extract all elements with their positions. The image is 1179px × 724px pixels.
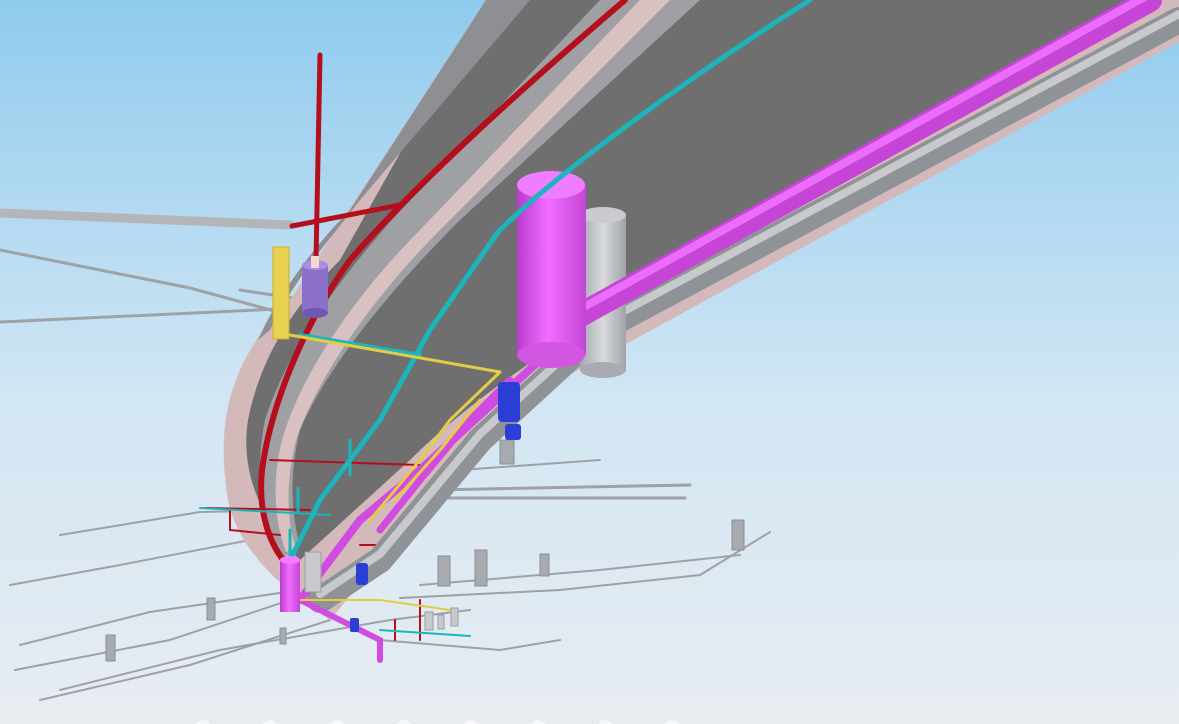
tunnel-pipe-network-render[interactable] (0, 0, 1179, 724)
nav-dot-icon[interactable] (329, 720, 345, 724)
magenta-tank (517, 171, 586, 368)
nav-dot-icon[interactable] (262, 720, 278, 724)
nav-dot-icon[interactable] (396, 720, 412, 724)
carousel-nav-dots (0, 716, 1179, 724)
magenta-small-tank (280, 556, 300, 612)
nav-dot-icon[interactable] (664, 720, 680, 724)
purple-tank (302, 256, 328, 318)
nav-dot-icon[interactable] (530, 720, 546, 724)
nav-dot-icon[interactable] (463, 720, 479, 724)
nav-dot-icon[interactable] (597, 720, 613, 724)
nav-dot-icon[interactable] (195, 720, 211, 724)
3d-model-viewport[interactable] (0, 0, 1179, 724)
